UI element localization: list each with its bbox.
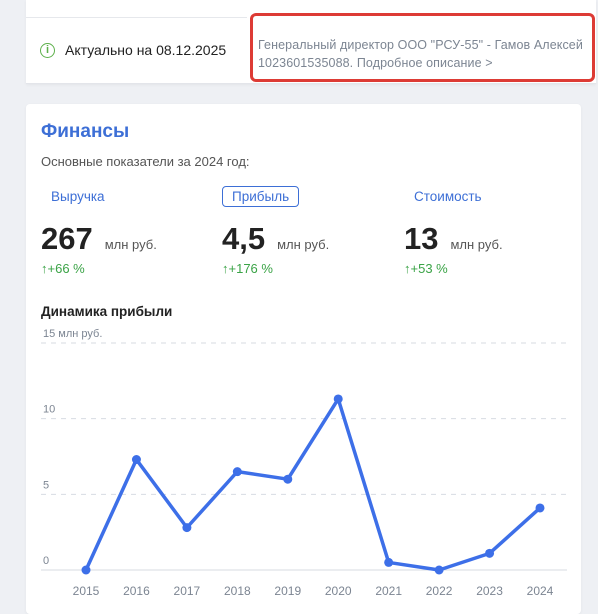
x-tick-label: 2022 (426, 584, 453, 598)
cost-value: 13 (404, 221, 439, 256)
profit-chart: 0 5 10 15 млн руб. 2015 2016 2017 2018 2019 2020 2… (41, 328, 567, 598)
profit-change: +176 % (228, 261, 273, 276)
cost-unit: млн руб. (450, 237, 503, 252)
metric-value: Стоимость 13 млн руб. ↑+53 % (404, 186, 503, 276)
y-tick-label: 0 (43, 555, 49, 567)
data-point (535, 503, 545, 513)
ogrn-code: 1023601535088. (258, 56, 354, 70)
cost-change: +53 % (410, 261, 448, 276)
profit-series-line (84, 397, 542, 572)
x-tick-label: 2024 (527, 584, 554, 598)
director-notice: Генеральный директор ООО "РСУ-55" - Гамо… (250, 13, 595, 82)
finance-card: Финансы Основные показатели за 2024 год:… (26, 104, 581, 614)
revenue-unit: млн руб. (104, 237, 157, 252)
data-point (283, 474, 293, 484)
x-tick-label: 2018 (224, 584, 251, 598)
tab-revenue[interactable]: Выручка (41, 186, 115, 207)
actuality-label: Актуально на 08.12.2025 (65, 42, 227, 58)
data-point (131, 455, 141, 465)
y-tick-label: 15 млн руб. (43, 328, 102, 340)
data-point (485, 548, 495, 558)
profit-value: 4,5 (222, 221, 266, 256)
data-point (384, 557, 394, 567)
x-tick-label: 2015 (73, 584, 100, 598)
x-tick-label: 2019 (274, 584, 301, 598)
finance-title: Финансы (41, 121, 130, 142)
data-point (232, 467, 242, 477)
x-tick-label: 2020 (325, 584, 352, 598)
data-point (81, 565, 91, 575)
data-point (434, 565, 444, 575)
tab-profit[interactable]: Прибыль (222, 186, 300, 207)
y-tick-label: 5 (43, 479, 49, 491)
x-tick-label: 2017 (174, 584, 201, 598)
divider (26, 17, 247, 18)
data-point (333, 394, 343, 404)
info-icon: i (40, 42, 55, 58)
actuality-row: i Актуально на 08.12.2025 (40, 42, 226, 58)
revenue-value: 267 (41, 221, 93, 256)
metric-profit: Прибыль 4,5 млн руб. ↑+176 % (222, 186, 329, 276)
y-tick-label: 10 (43, 404, 55, 416)
details-link[interactable]: Подробное описание > (357, 56, 493, 70)
finance-subtitle: Основные показатели за 2024 год: (41, 154, 250, 169)
x-tick-label: 2016 (123, 584, 150, 598)
profit-unit: млн руб. (277, 237, 330, 252)
tab-value[interactable]: Стоимость (404, 186, 492, 207)
data-point (182, 523, 192, 533)
dynamics-title: Динамика прибыли (41, 304, 173, 319)
x-tick-label: 2023 (476, 584, 503, 598)
director-text: Генеральный директор ООО "РСУ-55" - Гамо… (258, 38, 583, 52)
metric-revenue: Выручка 267 млн руб. ↑+66 % (41, 186, 157, 276)
x-tick-label: 2021 (375, 584, 402, 598)
revenue-change: +66 % (47, 261, 85, 276)
